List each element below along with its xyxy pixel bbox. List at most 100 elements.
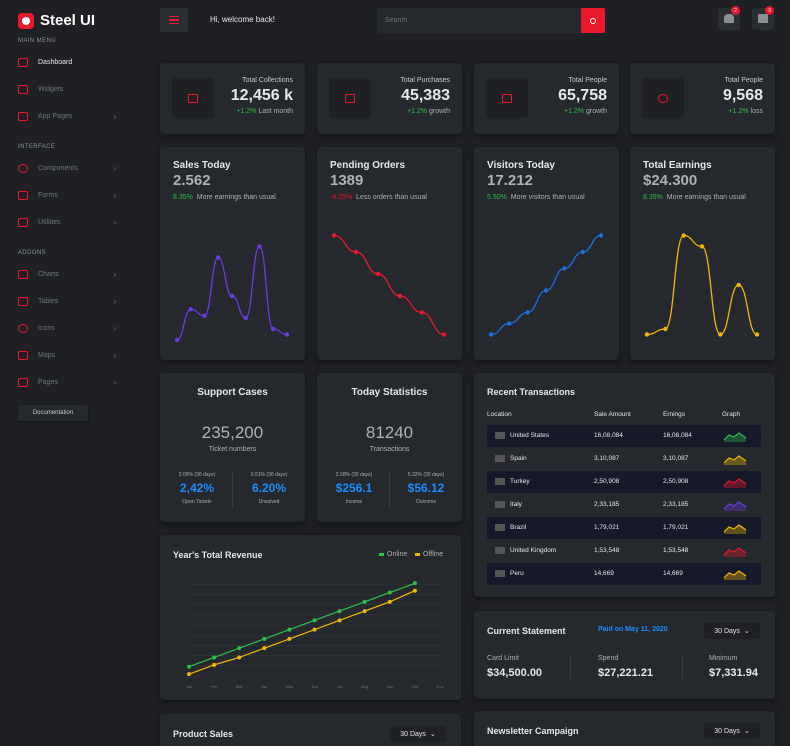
card-title: Product Sales	[173, 729, 234, 739]
sidebar-item-charts[interactable]: Charts ›	[18, 267, 138, 281]
total-earnings-card: Total Earnings $24.300 8.35% More earnin…	[630, 147, 775, 360]
data-point	[525, 310, 530, 315]
logo-icon	[18, 12, 34, 29]
sidebar-item-widgets[interactable]: Widgets	[18, 82, 138, 96]
data-point	[488, 332, 494, 337]
sparkline-path	[490, 234, 602, 336]
sidebar-item-dashboard[interactable]: Dashboard	[18, 55, 138, 69]
data-point	[229, 293, 235, 299]
data-point	[212, 662, 217, 667]
minimum-value: $7,331.94	[709, 667, 758, 679]
ticket-caption: Ticket numbers	[208, 446, 257, 453]
data-point	[243, 315, 248, 321]
x-tick-label: Oct	[412, 684, 419, 689]
open-tickets-stat: 2.09% (30 days) 2,42% Open Tickets	[178, 472, 216, 505]
table-row[interactable]: United Kingdom 1,53,548 1,53,548	[487, 540, 761, 562]
data-point	[598, 233, 604, 238]
sidebar-item-maps[interactable]: Maps ›	[18, 348, 138, 362]
hamburger-menu-button[interactable]	[160, 8, 188, 32]
divider	[570, 655, 571, 679]
data-point	[736, 282, 741, 288]
stat-value: 65,758	[558, 87, 607, 104]
sale-amount-cell: 3,10,087	[594, 455, 620, 462]
table-row[interactable]: Spain 3,10,087 3,10,087	[487, 448, 761, 470]
card-value: 2.562	[173, 172, 211, 189]
sidebar-item-tables[interactable]: Tables ›	[18, 294, 138, 308]
data-point	[387, 590, 392, 595]
table-row[interactable]: Turkey 2,50,908 2,50,908	[487, 471, 761, 493]
card-value: 17.212	[487, 172, 533, 189]
logo[interactable]: Steel UI	[18, 12, 95, 29]
chevron-right-icon: ›	[113, 323, 116, 333]
product-sales-range-dropdown[interactable]: 30 Days ⌄	[390, 726, 446, 742]
divider	[389, 471, 390, 507]
file-icon	[18, 377, 28, 387]
data-point	[312, 627, 317, 632]
data-point	[287, 636, 292, 641]
table-row[interactable]: Italy 2,33,185 2,33,185	[487, 494, 761, 516]
data-point	[419, 310, 425, 315]
data-point	[257, 244, 262, 249]
chevron-right-icon: ›	[113, 163, 116, 173]
table-row[interactable]: Brazil 1,79,021 1,79,021	[487, 517, 761, 539]
sparkline-path	[176, 245, 288, 341]
series-line	[188, 590, 416, 675]
stat-value: 9,568	[722, 87, 763, 104]
monitor-icon	[18, 84, 28, 94]
notifications-button[interactable]: 2	[718, 6, 740, 30]
data-point	[441, 332, 447, 337]
country-cell: United Kingdom	[510, 547, 557, 554]
data-point	[202, 313, 207, 318]
sparkline-graph	[723, 478, 747, 488]
card-title: Today Statistics	[351, 387, 428, 398]
card-title: Support Cases	[197, 387, 268, 398]
sidebar-item-label: Maps	[38, 351, 56, 359]
stat-card-collections: Total Collections 12,456 k +1.2% Last mo…	[160, 63, 305, 134]
sale-amount-cell: 2,50,908	[594, 478, 620, 485]
sidebar-item-label: Pages	[38, 378, 58, 386]
map-icon	[18, 350, 28, 360]
x-tick-label: Mar	[236, 684, 244, 689]
messages-button[interactable]: 3	[752, 6, 774, 30]
column-header: Sale Amount	[594, 411, 631, 418]
data-point	[718, 332, 723, 337]
sidebar-item-components[interactable]: Components ›	[18, 161, 138, 175]
mail-icon	[758, 14, 768, 23]
sidebar-item-utilities[interactable]: Utilities ›	[18, 215, 138, 229]
sidebar-item-icons[interactable]: Icons ›	[18, 321, 138, 335]
document-icon	[486, 78, 528, 118]
newsletter-campaign-card: Newsletter Campaign 30 Days ⌄	[474, 711, 775, 746]
data-point	[681, 233, 686, 238]
earnings-cell: 3,10,087	[663, 455, 689, 462]
stat-label: Total People	[724, 77, 763, 84]
table-row[interactable]: United States 16,08,084 16,08,084	[487, 425, 761, 447]
recent-transactions-card: Recent Transactions Location Sale Amount…	[474, 373, 775, 597]
country-cell: United States	[510, 432, 550, 439]
data-point	[543, 288, 549, 293]
support-cases-card: Support Cases 235,200 Ticket numbers 2.0…	[160, 373, 305, 522]
earnings-cell: 2,33,185	[663, 501, 689, 508]
sidebar-item-pages[interactable]: Pages ›	[18, 375, 138, 389]
section-addons: ADDONS	[18, 250, 47, 256]
smiley-icon	[18, 323, 28, 333]
monitor-icon	[18, 111, 28, 121]
card-title: Visitors Today	[487, 160, 555, 171]
statement-range-dropdown[interactable]: 30 Days ⌄	[704, 623, 760, 639]
paid-date: Paid on May 11, 2020	[598, 626, 668, 633]
data-point	[271, 326, 276, 332]
sidebar-item-forms[interactable]: Forms ›	[18, 188, 138, 202]
country-cell: Spain	[510, 455, 527, 462]
x-tick-label: Aug	[361, 684, 368, 689]
data-point	[287, 627, 292, 632]
newsletter-range-dropdown[interactable]: 30 Days ⌄	[704, 723, 760, 739]
topbar: Hi, welcome back! 2 3	[144, 0, 790, 44]
sidebar-item-app-pages[interactable]: App Pages ›	[18, 109, 138, 123]
search-input[interactable]	[377, 8, 605, 33]
stat-card-people-2: Total People 9,568 +1.2% loss	[630, 63, 775, 134]
table-row[interactable]: Peru 14,669 14,669	[487, 563, 761, 585]
transactions-caption: Transactions	[369, 446, 410, 453]
documentation-button[interactable]: Documentation	[18, 405, 88, 421]
search-button[interactable]	[581, 8, 605, 33]
messages-badge: 3	[765, 6, 774, 15]
card-limit-value: $34,500.00	[487, 667, 543, 679]
